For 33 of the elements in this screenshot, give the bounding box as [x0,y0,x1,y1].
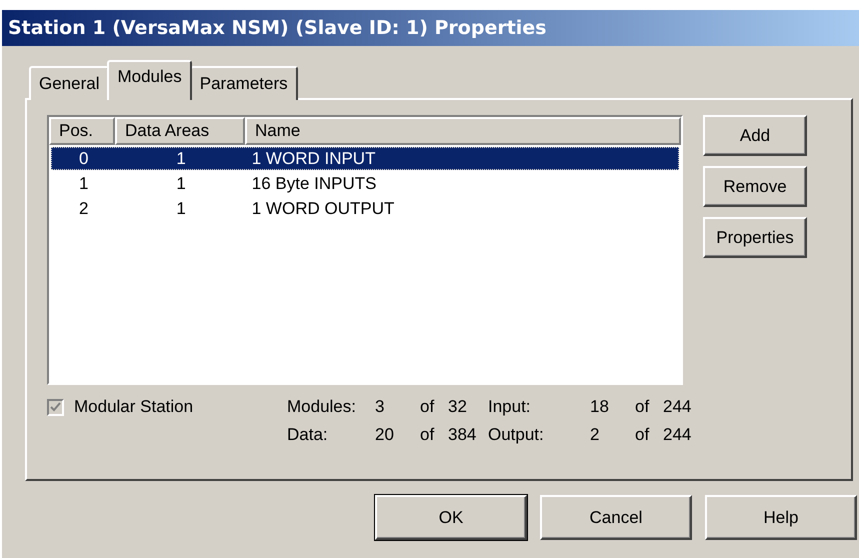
stat-value: 20 [375,425,395,445]
column-header[interactable]: Data Areas [115,117,245,145]
column-header[interactable]: Name [245,117,681,145]
stat-of: of [635,397,650,417]
side-button[interactable]: Properties [703,217,807,258]
stat-label: Modules: [287,397,357,417]
checkbox-label: Modular Station [74,397,194,418]
dialog-button[interactable]: Help [705,495,857,540]
stat-label: Output: [488,425,545,445]
stat-label: Input: [488,397,532,417]
list-row[interactable]: 1 1 16 Byte INPUTS [51,172,679,195]
list-row[interactable]: 0 1 1 WORD INPUT [51,147,679,170]
stat-value: 18 [590,397,610,417]
side-button[interactable]: Remove [703,166,807,207]
stat-of: of [420,425,436,445]
stat-value: 2 [590,425,600,445]
stat-max: 384 [448,425,478,445]
tab[interactable]: Parameters [190,66,298,100]
stat-max: 244 [663,397,692,417]
list-row[interactable]: 2 1 1 WORD OUTPUT [51,197,679,220]
stat-of: of [635,425,650,445]
tab[interactable]: Modules [107,60,192,100]
side-button[interactable]: Add [703,115,807,156]
column-header[interactable]: Pos. [49,117,115,145]
dialog-button[interactable]: Cancel [540,495,692,540]
stat-of: of [420,397,436,417]
dialog-button[interactable]: OK [375,495,527,540]
window-title: Station 1 (VersaMax NSM) (Slave ID: 1) Properties [2,10,859,46]
stat-max: 244 [663,425,692,445]
stat-max: 32 [448,397,468,417]
stat-value: 3 [375,397,386,417]
tab[interactable]: General [29,66,110,100]
stat-label: Data: [287,425,329,445]
